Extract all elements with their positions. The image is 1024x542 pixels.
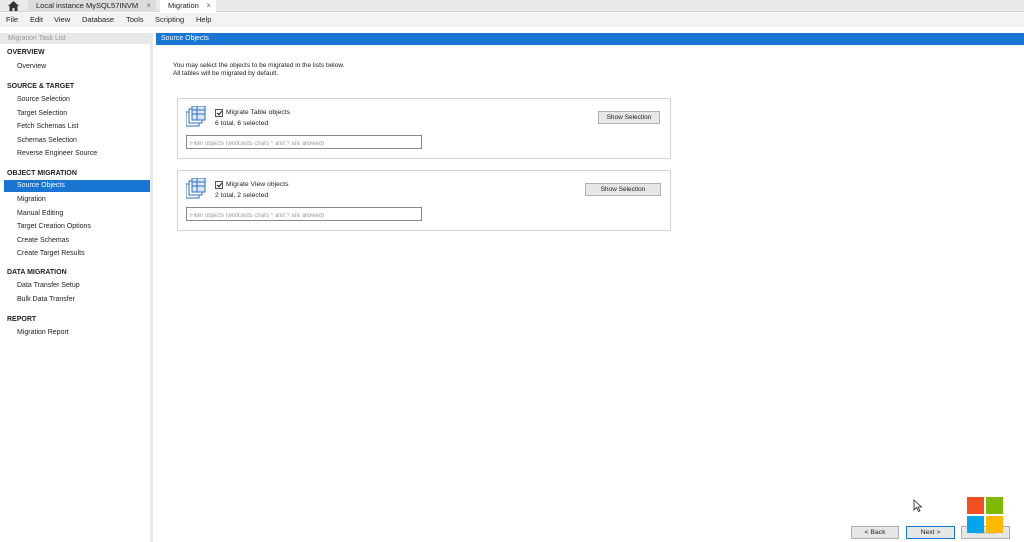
home-icon[interactable] bbox=[8, 1, 19, 11]
sidebar-item-overview[interactable]: Overview bbox=[4, 61, 150, 73]
tables-count: 6 total, 6 selected bbox=[215, 120, 269, 127]
menu-scripting[interactable]: Scripting bbox=[155, 15, 184, 24]
intro-line: You may select the objects to be migrate… bbox=[173, 62, 345, 69]
sidebar-item-data-transfer-setup[interactable]: Data Transfer Setup bbox=[4, 280, 150, 292]
sidebar-item-target-selection[interactable]: Target Selection bbox=[4, 108, 150, 120]
sidebar-item-source-selection[interactable]: Source Selection bbox=[4, 94, 150, 106]
tab-local-instance[interactable]: Local instance MySQL57INVM × bbox=[28, 0, 156, 12]
views-count: 2 total, 2 selected bbox=[215, 192, 269, 199]
next-button[interactable]: Next > bbox=[906, 526, 955, 539]
sidebar-item-migration-report[interactable]: Migration Report bbox=[4, 327, 150, 339]
sidebar-item-reverse-engineer-source[interactable]: Reverse Engineer Source bbox=[4, 148, 150, 160]
intro-line: All tables will be migrated by default. bbox=[173, 70, 279, 77]
menu-edit[interactable]: Edit bbox=[30, 15, 43, 24]
sidebar-item-create-schemas[interactable]: Create Schemas bbox=[4, 235, 150, 247]
intro-text: You may select the objects to be migrate… bbox=[173, 62, 344, 78]
mouse-cursor-icon bbox=[913, 499, 923, 512]
tab-label: Local instance MySQL57INVM bbox=[36, 1, 139, 10]
section-overview: OVERVIEW bbox=[7, 49, 45, 56]
close-icon[interactable]: × bbox=[146, 1, 151, 10]
migrate-tables-checkbox[interactable] bbox=[215, 109, 223, 117]
section-object-migration: OBJECT MIGRATION bbox=[7, 170, 77, 177]
back-button[interactable]: < Back bbox=[851, 526, 899, 539]
table-objects-icon bbox=[186, 106, 206, 127]
table-objects-group: Migrate Table objects 6 total, 6 selecte… bbox=[177, 98, 671, 159]
menu-file[interactable]: File bbox=[6, 15, 18, 24]
sidebar-title: Migration Task List bbox=[0, 33, 150, 44]
menu-bar: File Edit View Database Tools Scripting … bbox=[0, 13, 1024, 27]
view-objects-group: Migrate View objects 2 total, 2 selected… bbox=[177, 170, 671, 231]
show-selection-button[interactable]: Show Selection bbox=[598, 111, 660, 124]
tables-filter-input[interactable] bbox=[186, 135, 422, 149]
sidebar-item-bulk-data-transfer[interactable]: Bulk Data Transfer bbox=[4, 294, 150, 306]
tab-bar: Local instance MySQL57INVM × Migration × bbox=[0, 0, 1024, 12]
sidebar-item-create-target-results[interactable]: Create Target Results bbox=[4, 248, 150, 260]
windows-logo-icon bbox=[967, 497, 1003, 533]
sidebar-item-fetch-schemas-list[interactable]: Fetch Schemas List bbox=[4, 121, 150, 133]
migrate-views-checkbox[interactable] bbox=[215, 181, 223, 189]
sidebar-item-schemas-selection[interactable]: Schemas Selection bbox=[4, 135, 150, 147]
section-report: REPORT bbox=[7, 316, 37, 323]
migrate-views-label: Migrate View objects bbox=[226, 181, 289, 188]
sidebar-item-manual-editing[interactable]: Manual Editing bbox=[4, 208, 150, 220]
show-selection-button[interactable]: Show Selection bbox=[585, 183, 661, 196]
section-data-migration: DATA MIGRATION bbox=[7, 269, 67, 276]
sidebar-item-migration[interactable]: Migration bbox=[4, 194, 150, 206]
close-icon[interactable]: × bbox=[206, 1, 211, 10]
views-filter-input[interactable] bbox=[186, 207, 422, 221]
sidebar-item-source-objects[interactable]: Source Objects bbox=[4, 180, 150, 192]
migration-task-list: Migration Task List OVERVIEW Overview SO… bbox=[0, 33, 153, 542]
menu-tools[interactable]: Tools bbox=[126, 15, 144, 24]
tab-label: Migration bbox=[168, 1, 199, 10]
menu-view[interactable]: View bbox=[54, 15, 70, 24]
sidebar-item-target-creation-options[interactable]: Target Creation Options bbox=[4, 221, 150, 233]
section-source-target: SOURCE & TARGET bbox=[7, 83, 75, 90]
menu-help[interactable]: Help bbox=[196, 15, 211, 24]
view-objects-icon bbox=[186, 178, 206, 199]
migrate-tables-label: Migrate Table objects bbox=[226, 109, 291, 116]
tab-migration[interactable]: Migration × bbox=[160, 0, 216, 12]
menu-database[interactable]: Database bbox=[82, 15, 114, 24]
page-title: Source Objects bbox=[156, 33, 1024, 45]
